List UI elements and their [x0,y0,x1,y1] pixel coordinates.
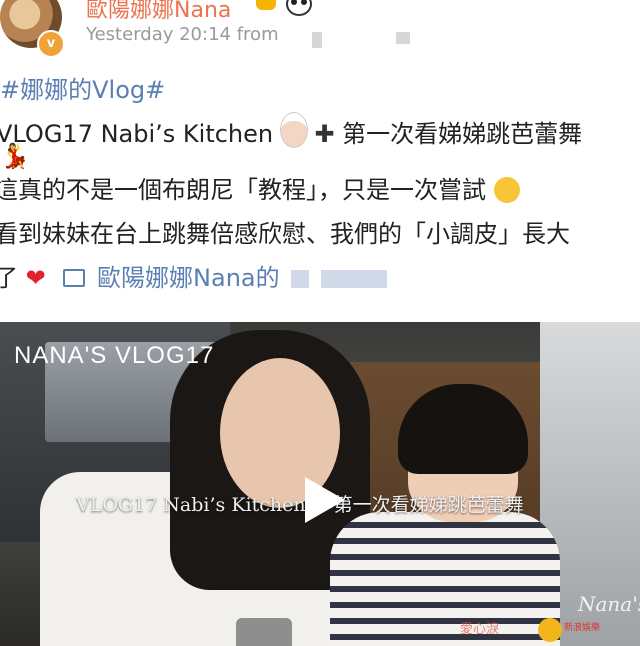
body-text-3: 了 [0,264,18,292]
redacted-source-2 [396,32,410,44]
video-link[interactable]: 歐陽娜娜Nana的 [97,264,280,292]
chef-icon [280,113,307,147]
body-line-2: 看到妹妹在台上跳舞倍感欣慰、我們的「小調皮」長大 [0,212,640,256]
link-icon [63,269,86,287]
play-icon[interactable] [297,477,345,523]
sina-logo-icon [538,618,562,642]
hashtag-line: #娜娜的Vlog# [0,68,640,112]
body-text-1: 這真的不是一個布朗尼「教程」，只是一次嘗試 [0,176,486,204]
watermark-left: 愛心淚 [460,622,500,637]
video-player[interactable]: NANA'S VLOG17 VLOG17 Nabi’s Kitchen + 第一… [0,322,640,646]
video-scene-boy-shirt [330,512,560,646]
video-scene-jar [236,618,292,646]
dancer-line: 💃 [0,144,640,168]
heart-icon: ❤ [25,264,46,292]
post-header: v 歐陽娜娜Nana Yesterday 20:14 from [0,0,640,60]
post-body: #娜娜的Vlog# VLOG17 Nabi’s Kitchen ✚ 第一次看娣娣… [0,68,640,300]
video-title: NANA'S VLOG17 [14,342,215,369]
timestamp[interactable]: Yesterday 20:14 [86,24,231,45]
crown-icon [256,0,276,10]
username-link[interactable]: 歐陽娜娜Nana [86,0,231,24]
watermark-right: 新浪娛樂 [564,623,601,633]
body-text-2: 看到妹妹在台上跳舞倍感欣慰、我們的「小調皮」長大 [0,220,570,248]
post-meta: Yesterday 20:14 from [86,24,279,45]
laugh-icon [493,177,520,203]
verified-badge-icon: v [37,30,65,58]
panda-icon [286,0,312,16]
redacted-source-1 [312,32,322,48]
body-line-1: 這真的不是一個布朗尼「教程」，只是一次嘗試 [0,168,640,212]
body-line-3: 了 ❤ 歐陽娜娜Nana的 [0,256,640,300]
hashtag-link[interactable]: #娜娜的Vlog# [0,76,165,104]
signature-watermark: Nana's [578,592,640,616]
from-label: from [236,24,279,45]
redacted-link-1 [291,270,310,288]
dancer-icon: 💃 [0,142,30,170]
redacted-link-2 [320,270,387,288]
